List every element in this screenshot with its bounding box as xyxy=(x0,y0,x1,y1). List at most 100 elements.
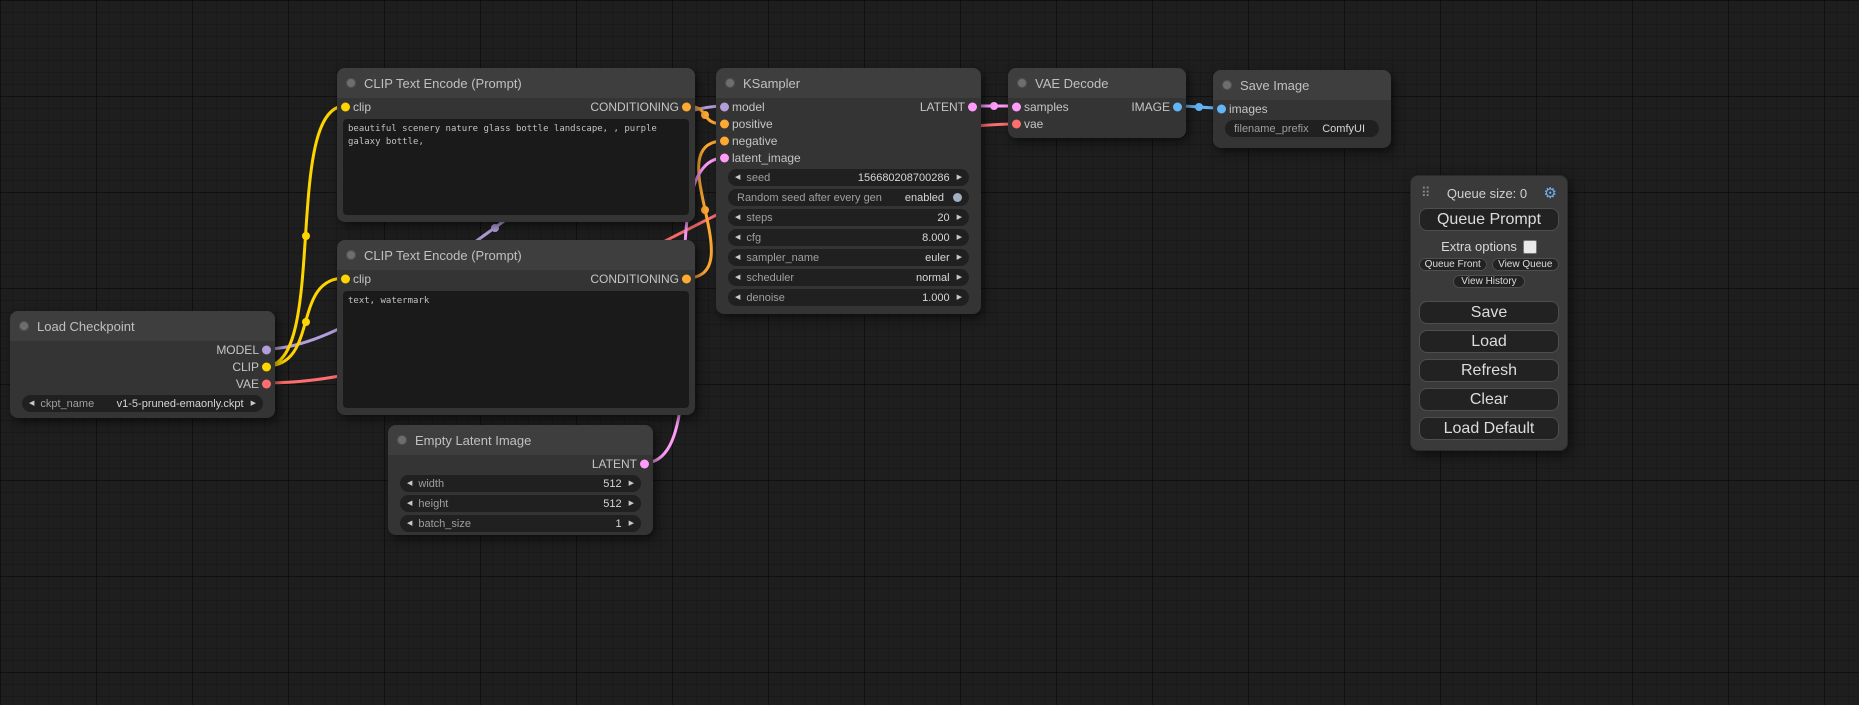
widget-denoise[interactable]: denoise 1.000 xyxy=(728,289,969,306)
view-history-button[interactable]: View History xyxy=(1453,275,1525,288)
input-port-clip[interactable] xyxy=(341,274,350,283)
increment-arrow-icon[interactable] xyxy=(957,174,962,181)
node-empty-latent-image[interactable]: Empty Latent Image LATENT width 512 heig… xyxy=(388,425,653,535)
increment-arrow-icon[interactable] xyxy=(629,520,634,527)
node-graph-canvas[interactable]: Load Checkpoint MODEL CLIP VAE ckpt_name… xyxy=(0,0,1859,705)
input-port-samples[interactable] xyxy=(1012,102,1021,111)
collapse-dot[interactable] xyxy=(346,78,356,88)
drag-handle-icon[interactable] xyxy=(1421,185,1431,201)
decrement-arrow-icon[interactable] xyxy=(735,234,740,241)
prev-value-arrow-icon[interactable] xyxy=(735,254,740,261)
widget-ckpt-name[interactable]: ckpt_name v1-5-pruned-emaonly.ckpt xyxy=(22,395,263,412)
node-title-bar[interactable]: CLIP Text Encode (Prompt) xyxy=(337,240,695,270)
output-port-conditioning[interactable] xyxy=(682,102,691,111)
widget-steps[interactable]: steps 20 xyxy=(728,209,969,226)
refresh-button[interactable]: Refresh xyxy=(1419,359,1559,382)
prompt-text-area[interactable]: text, watermark xyxy=(343,291,689,408)
next-value-arrow-icon[interactable] xyxy=(251,400,256,407)
output-port-vae[interactable] xyxy=(262,379,271,388)
node-title-bar[interactable]: Load Checkpoint xyxy=(10,311,275,341)
widget-label: denoise xyxy=(746,292,785,304)
widget-label: seed xyxy=(746,172,770,184)
decrement-arrow-icon[interactable] xyxy=(735,214,740,221)
control-panel: Queue size: 0 Queue Prompt Extra options… xyxy=(1410,175,1568,451)
collapse-dot[interactable] xyxy=(397,435,407,445)
widget-seed[interactable]: seed 156680208700286 xyxy=(728,169,969,186)
node-clip-text-encode-negative[interactable]: CLIP Text Encode (Prompt) clip CONDITION… xyxy=(337,240,695,415)
prompt-text-area[interactable]: beautiful scenery nature glass bottle la… xyxy=(343,119,689,215)
widget-label: Random seed after every gen xyxy=(737,192,882,204)
node-title-bar[interactable]: Save Image xyxy=(1213,70,1391,100)
load-default-button[interactable]: Load Default xyxy=(1419,417,1559,440)
output-port-clip[interactable] xyxy=(262,362,271,371)
widget-sampler-name[interactable]: sampler_name euler xyxy=(728,249,969,266)
output-label-conditioning: CONDITIONING xyxy=(590,272,679,286)
input-port-clip[interactable] xyxy=(341,102,350,111)
output-port-image[interactable] xyxy=(1173,102,1182,111)
decrement-arrow-icon[interactable] xyxy=(407,520,412,527)
collapse-dot[interactable] xyxy=(725,78,735,88)
next-value-arrow-icon[interactable] xyxy=(957,274,962,281)
input-port-model[interactable] xyxy=(720,102,729,111)
node-title-bar[interactable]: Empty Latent Image xyxy=(388,425,653,455)
input-port-images[interactable] xyxy=(1217,104,1226,113)
input-label-clip: clip xyxy=(353,272,371,286)
load-button[interactable]: Load xyxy=(1419,330,1559,353)
widget-filename-prefix[interactable]: filename_prefix ComfyUI xyxy=(1225,120,1379,137)
queue-front-button[interactable]: Queue Front xyxy=(1419,258,1487,271)
prev-value-arrow-icon[interactable] xyxy=(29,400,34,407)
node-title-bar[interactable]: CLIP Text Encode (Prompt) xyxy=(337,68,695,98)
node-load-checkpoint[interactable]: Load Checkpoint MODEL CLIP VAE ckpt_name… xyxy=(10,311,275,418)
extra-options-checkbox[interactable] xyxy=(1523,240,1537,254)
increment-arrow-icon[interactable] xyxy=(957,234,962,241)
increment-arrow-icon[interactable] xyxy=(957,294,962,301)
collapse-dot[interactable] xyxy=(19,321,29,331)
input-port-vae[interactable] xyxy=(1012,119,1021,128)
decrement-arrow-icon[interactable] xyxy=(735,294,740,301)
link-midpoint-dot xyxy=(701,111,709,119)
increment-arrow-icon[interactable] xyxy=(629,480,634,487)
decrement-arrow-icon[interactable] xyxy=(407,500,412,507)
widget-scheduler[interactable]: scheduler normal xyxy=(728,269,969,286)
increment-arrow-icon[interactable] xyxy=(629,500,634,507)
output-port-model[interactable] xyxy=(262,345,271,354)
slot-row: latent_image xyxy=(716,149,981,166)
input-port-latent-image[interactable] xyxy=(720,153,729,162)
output-port-conditioning[interactable] xyxy=(682,274,691,283)
output-port-latent[interactable] xyxy=(640,459,649,468)
settings-gear-icon[interactable] xyxy=(1544,184,1557,202)
decrement-arrow-icon[interactable] xyxy=(735,174,740,181)
widget-height[interactable]: height 512 xyxy=(400,495,641,512)
node-vae-decode[interactable]: VAE Decode samples IMAGE vae xyxy=(1008,68,1186,138)
increment-arrow-icon[interactable] xyxy=(957,214,962,221)
output-port-latent[interactable] xyxy=(968,102,977,111)
widget-cfg[interactable]: cfg 8.000 xyxy=(728,229,969,246)
collapse-dot[interactable] xyxy=(1222,80,1232,90)
collapse-dot[interactable] xyxy=(1017,78,1027,88)
decrement-arrow-icon[interactable] xyxy=(407,480,412,487)
wire-clip-negative xyxy=(266,278,345,366)
node-save-image[interactable]: Save Image images filename_prefix ComfyU… xyxy=(1213,70,1391,148)
clear-button[interactable]: Clear xyxy=(1419,388,1559,411)
next-value-arrow-icon[interactable] xyxy=(957,254,962,261)
node-title-bar[interactable]: KSampler xyxy=(716,68,981,98)
node-title: Empty Latent Image xyxy=(415,433,531,448)
prev-value-arrow-icon[interactable] xyxy=(735,274,740,281)
save-button[interactable]: Save xyxy=(1419,301,1559,324)
widget-random-seed-toggle[interactable]: Random seed after every gen enabled xyxy=(728,189,969,206)
node-ksampler[interactable]: KSampler model LATENT positive negative … xyxy=(716,68,981,314)
input-port-negative[interactable] xyxy=(720,136,729,145)
node-title-bar[interactable]: VAE Decode xyxy=(1008,68,1186,98)
input-port-positive[interactable] xyxy=(720,119,729,128)
slot-row: CLIP xyxy=(10,358,275,375)
queue-prompt-button[interactable]: Queue Prompt xyxy=(1419,208,1559,231)
toggle-indicator[interactable] xyxy=(953,193,962,202)
collapse-dot[interactable] xyxy=(346,250,356,260)
view-queue-button[interactable]: View Queue xyxy=(1492,258,1560,271)
widget-label: steps xyxy=(746,212,772,224)
input-label-positive: positive xyxy=(732,117,773,131)
widget-batch-size[interactable]: batch_size 1 xyxy=(400,515,641,532)
link-midpoint-dot xyxy=(701,206,709,214)
widget-width[interactable]: width 512 xyxy=(400,475,641,492)
node-clip-text-encode-positive[interactable]: CLIP Text Encode (Prompt) clip CONDITION… xyxy=(337,68,695,222)
